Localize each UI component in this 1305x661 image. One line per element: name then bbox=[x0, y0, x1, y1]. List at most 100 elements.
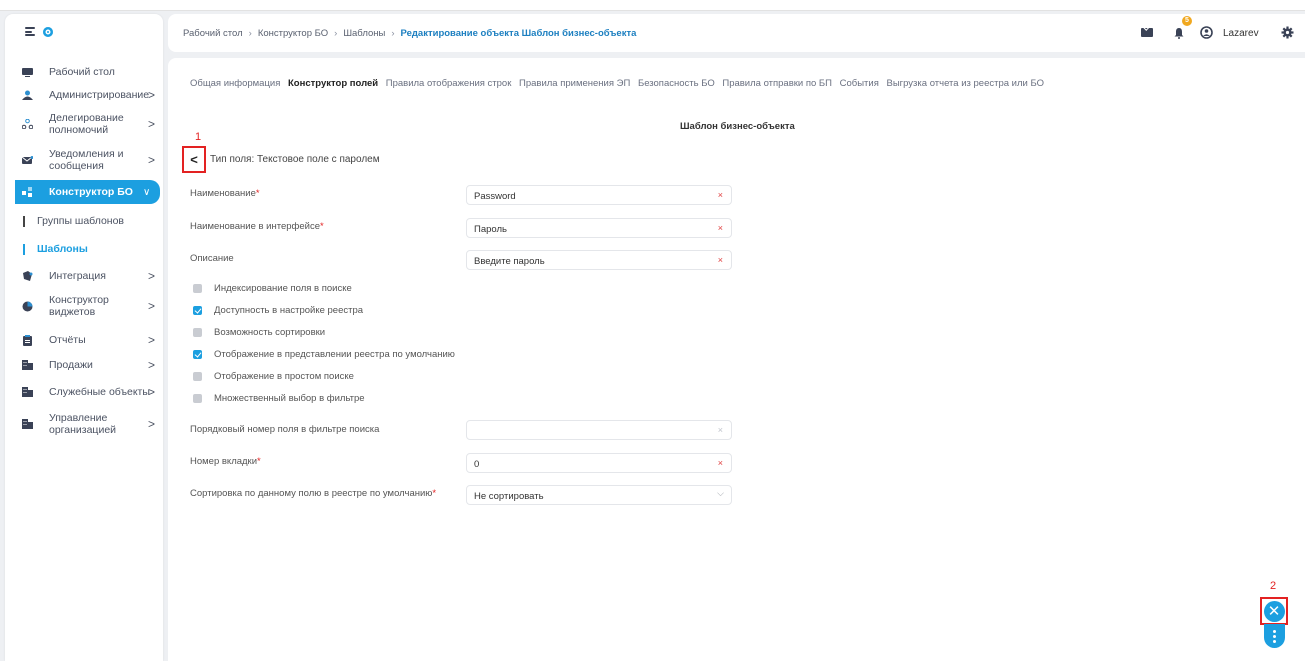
clear-icon[interactable]: × bbox=[718, 223, 723, 233]
checkbox-multi-select[interactable]: Множественный выбор в фильтре bbox=[193, 393, 365, 404]
tab-number-label: Номер вкладки* bbox=[190, 456, 261, 467]
mail-icon[interactable] bbox=[1141, 28, 1153, 37]
chevron-left-icon: < bbox=[190, 152, 198, 167]
organization-icon bbox=[22, 419, 33, 429]
sidebar-item-widgets[interactable]: Конструктор виджетов > bbox=[5, 292, 163, 320]
tab-bar: Общая информация Конструктор полей Прави… bbox=[190, 78, 1049, 89]
tab-report-export[interactable]: Выгрузка отчета из реестра или БО bbox=[887, 78, 1044, 89]
notifications-icon bbox=[22, 155, 33, 165]
checkbox[interactable] bbox=[193, 372, 202, 381]
tab-number-input-value: 0 bbox=[474, 459, 480, 470]
sidebar-item-sales[interactable]: Продажи > bbox=[5, 355, 163, 375]
sidebar-item-reports[interactable]: Отчёты > bbox=[5, 330, 163, 350]
chevron-right-icon: > bbox=[148, 299, 156, 313]
chevron-right-icon: > bbox=[148, 153, 156, 167]
annotation-marker-2: 2 bbox=[1270, 580, 1277, 592]
back-button[interactable]: < bbox=[182, 146, 206, 173]
app-logo[interactable] bbox=[43, 27, 53, 37]
gear-icon[interactable] bbox=[1281, 26, 1294, 39]
tab-events[interactable]: События bbox=[840, 78, 879, 89]
tab-bo-security[interactable]: Безопасность БО bbox=[638, 78, 715, 89]
more-options-button[interactable] bbox=[1264, 624, 1285, 648]
order-input[interactable]: × bbox=[466, 420, 732, 440]
chevron-right-icon: > bbox=[148, 88, 156, 102]
constructor-icon bbox=[22, 187, 33, 197]
sidebar-header bbox=[5, 14, 163, 52]
window-top-strip bbox=[0, 0, 1305, 11]
checkbox-index-search[interactable]: Индексирование поля в поиске bbox=[193, 283, 352, 294]
name-label: Наименование* bbox=[190, 188, 260, 199]
desktop-icon bbox=[22, 67, 33, 77]
clear-icon[interactable]: × bbox=[718, 190, 723, 200]
sidebar-item-bo-constructor[interactable]: Конструктор БО ∨ bbox=[15, 180, 160, 204]
chevron-right-icon: > bbox=[148, 269, 156, 283]
sidebar-item-desktop[interactable]: Рабочий стол bbox=[5, 62, 163, 82]
subitem-bar bbox=[23, 243, 25, 255]
tab-general-info[interactable]: Общая информация bbox=[190, 78, 280, 89]
breadcrumb-separator: › bbox=[334, 28, 338, 39]
notification-badge: 5 bbox=[1182, 16, 1192, 26]
sidebar: Рабочий стол Администрирование > Делегир… bbox=[5, 14, 163, 661]
sidebar-item-delegation[interactable]: Делегирование полномочий > bbox=[5, 110, 163, 138]
delegation-icon bbox=[22, 119, 33, 129]
breadcrumb-item[interactable]: Шаблоны bbox=[343, 28, 385, 39]
sidebar-subitem-template-groups[interactable]: Группы шаблонов bbox=[5, 213, 163, 229]
breadcrumb-item[interactable]: Конструктор БО bbox=[258, 28, 328, 39]
breadcrumb: Рабочий стол › Конструктор БО › Шаблоны › Реда… bbox=[183, 28, 636, 39]
description-input[interactable]: Введите пароль × bbox=[466, 250, 732, 270]
hamburger-menu-icon[interactable] bbox=[25, 27, 35, 36]
tab-number-input[interactable]: 0 × bbox=[466, 453, 732, 473]
tab-signature-rules[interactable]: Правила применения ЭП bbox=[519, 78, 630, 89]
sidebar-item-service-objects[interactable]: Служебные объекты > bbox=[5, 382, 163, 402]
tab-row-display-rules[interactable]: Правила отображения строк bbox=[386, 78, 512, 89]
sidebar-item-label: Группы шаблонов bbox=[37, 215, 125, 227]
chevron-right-icon: > bbox=[148, 417, 156, 431]
checkbox-simple-search[interactable]: Отображение в простом поиске bbox=[193, 371, 354, 382]
ui-name-label: Наименование в интерфейсе* bbox=[190, 221, 324, 232]
sidebar-subitem-templates[interactable]: Шаблоны bbox=[5, 241, 163, 257]
user-icon[interactable] bbox=[1200, 26, 1213, 39]
clear-icon[interactable]: × bbox=[718, 458, 723, 468]
checkbox-registry-availability[interactable]: Доступность в настройке реестра bbox=[193, 305, 363, 316]
username[interactable]: Lazarev bbox=[1223, 28, 1259, 39]
sidebar-item-notifications[interactable]: Уведомления и сообщения > bbox=[5, 146, 163, 174]
sidebar-item-integration[interactable]: Интеграция > bbox=[5, 266, 163, 286]
checkbox-sorting[interactable]: Возможность сортировки bbox=[193, 327, 325, 338]
integration-icon bbox=[22, 271, 33, 281]
bell-icon[interactable] bbox=[1173, 27, 1185, 39]
clear-icon[interactable]: × bbox=[718, 425, 723, 435]
checkbox-checked[interactable] bbox=[193, 350, 202, 359]
clear-icon[interactable]: × bbox=[718, 255, 723, 265]
ui-name-input[interactable]: Пароль × bbox=[466, 218, 732, 238]
chevron-down-icon: ∨ bbox=[143, 186, 151, 198]
tab-field-constructor[interactable]: Конструктор полей bbox=[288, 78, 378, 89]
form-title: Шаблон бизнес-объекта bbox=[680, 121, 795, 132]
chevron-down-icon: ⌵ bbox=[717, 488, 724, 498]
breadcrumb-item[interactable]: Рабочий стол bbox=[183, 28, 243, 39]
annotation-marker-1: 1 bbox=[195, 131, 202, 143]
name-input-value: Password bbox=[474, 191, 516, 202]
sort-select[interactable]: Не сортировать ⌵ bbox=[466, 485, 732, 505]
main-content: Общая информация Конструктор полей Прави… bbox=[168, 58, 1305, 661]
checkbox-default-view[interactable]: Отображение в представлении реестра по у… bbox=[193, 349, 455, 360]
sidebar-item-label: Интеграция bbox=[49, 270, 106, 282]
widgets-icon bbox=[22, 301, 33, 311]
sidebar-item-organization[interactable]: Управление организацией > bbox=[5, 410, 163, 438]
breadcrumb-current: Редактирование объекта Шаблон бизнес-объ… bbox=[400, 28, 637, 39]
sidebar-item-label: Конструктор БО bbox=[49, 186, 133, 198]
chevron-right-icon: > bbox=[148, 333, 156, 347]
tab-bp-send-rules[interactable]: Правила отправки по БП bbox=[722, 78, 832, 89]
ui-name-input-value: Пароль bbox=[474, 224, 507, 235]
checkbox[interactable] bbox=[193, 328, 202, 337]
sidebar-item-label: Делегирование полномочий bbox=[49, 112, 124, 136]
sales-icon bbox=[22, 360, 33, 370]
sidebar-item-administration[interactable]: Администрирование > bbox=[5, 85, 163, 105]
checkbox-checked[interactable] bbox=[193, 306, 202, 315]
checkbox[interactable] bbox=[193, 284, 202, 293]
name-input[interactable]: Password × bbox=[466, 185, 732, 205]
sidebar-item-label: Отчёты bbox=[49, 334, 86, 346]
sidebar-item-label: Конструктор виджетов bbox=[49, 294, 109, 318]
description-label: Описание bbox=[190, 253, 234, 264]
checkbox[interactable] bbox=[193, 394, 202, 403]
close-fab-button[interactable]: ✕ bbox=[1260, 597, 1288, 625]
